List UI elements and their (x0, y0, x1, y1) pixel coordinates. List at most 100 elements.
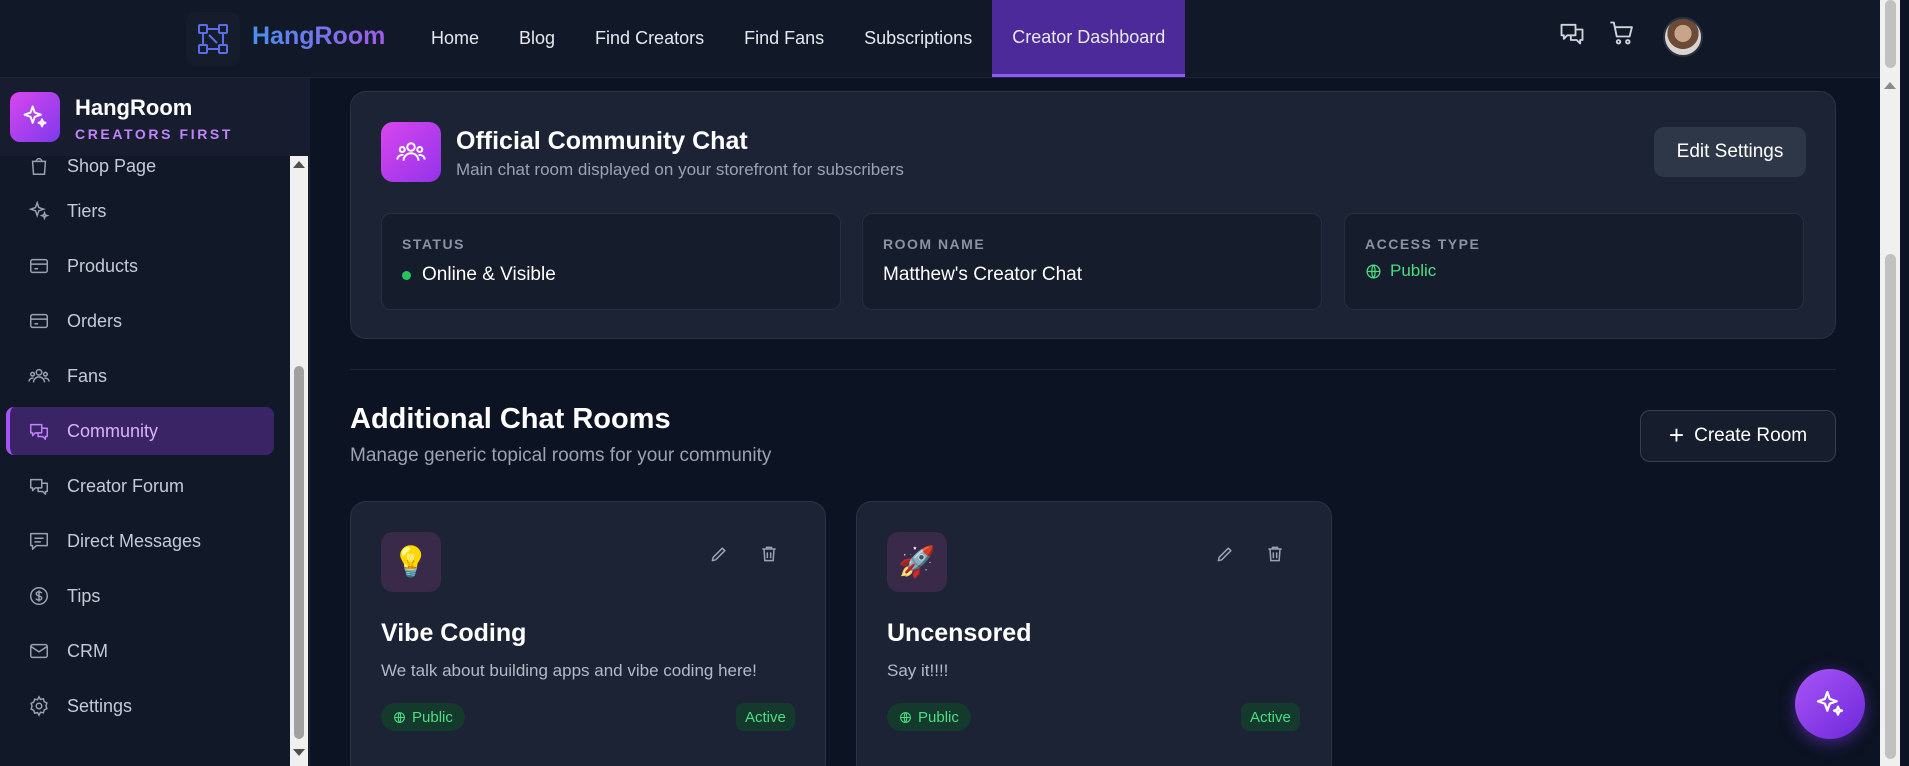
brand-name[interactable]: HangRoom (252, 22, 385, 51)
chat-icon (27, 474, 51, 498)
sidebar-item-community[interactable]: Community (6, 407, 274, 455)
brand-logo-icon[interactable] (186, 12, 240, 66)
sidebar-item-label: Community (67, 420, 159, 441)
edit-pencil-icon[interactable] (1213, 542, 1237, 566)
room-description: We talk about building apps and vibe cod… (381, 661, 757, 680)
chat-icon (27, 419, 51, 443)
globe-icon (900, 711, 911, 723)
sidebar-item-shop-page[interactable]: Shop Page (6, 156, 274, 190)
official-chat-title: Official Community Chat (456, 127, 748, 155)
nav-find-creators[interactable]: Find Creators (575, 0, 724, 77)
sidebar-item-label: Fans (67, 365, 108, 386)
sidebar-item-products[interactable]: Products (6, 242, 274, 290)
trash-icon[interactable] (1263, 542, 1287, 566)
sidebar-title: HangRoom (75, 95, 193, 120)
sparkles-icon (10, 92, 60, 142)
ai-assistant-button[interactable] (1795, 669, 1865, 739)
room-card[interactable]: 💡 Vibe Coding We talk about building app… (350, 501, 826, 766)
create-room-button[interactable]: + Create Room (1640, 410, 1836, 462)
sidebar-item-creator-forum[interactable]: Creator Forum (6, 462, 274, 510)
sidebar-item-label: CRM (67, 640, 108, 661)
page-scroll-top (1885, 0, 1896, 68)
status-text: Online & Visible (422, 264, 556, 285)
room-card[interactable]: 🚀 Uncensored Say it!!!! Public Active (856, 501, 1332, 766)
nav-creator-dashboard[interactable]: Creator Dashboard (992, 0, 1186, 77)
room-name: Vibe Coding (381, 619, 527, 647)
room-name-value: Matthew's Creator Chat (883, 264, 1082, 285)
card-icon (27, 309, 51, 333)
sidebar-item-label: Products (67, 255, 139, 276)
access-type-text: Public (1390, 261, 1437, 280)
nav-find-fans[interactable]: Find Fans (724, 0, 844, 77)
sidebar-item-orders[interactable]: Orders (6, 297, 274, 345)
status-value: Online & Visible (402, 264, 556, 286)
room-name: Uncensored (887, 619, 1032, 647)
chat-icon[interactable] (1558, 19, 1586, 47)
status-panel: STATUS Online & Visible (381, 213, 841, 310)
user-avatar[interactable] (1663, 17, 1703, 57)
main-nav: Home Blog Find Creators Find Fans Subscr… (410, 0, 1186, 77)
mail-icon (27, 639, 51, 663)
scroll-up-icon[interactable] (293, 161, 305, 168)
active-badge: Active (736, 703, 795, 731)
nav-blog[interactable]: Blog (499, 0, 575, 77)
access-type-label: ACCESS TYPE (1365, 236, 1481, 252)
access-type-panel: ACCESS TYPE Public (1344, 213, 1804, 310)
status-label: STATUS (402, 236, 465, 252)
users-icon (27, 364, 51, 388)
lightbulb-icon: 💡 (381, 532, 441, 592)
additional-rooms-description: Manage generic topical rooms for your co… (350, 445, 772, 466)
page-scrollbar[interactable] (1880, 0, 1900, 766)
scroll-down-icon[interactable] (293, 749, 305, 756)
sparkles-icon (1816, 690, 1844, 716)
edit-pencil-icon[interactable] (707, 542, 731, 566)
nav-subscriptions[interactable]: Subscriptions (844, 0, 992, 77)
sidebar-item-tips[interactable]: Tips (6, 572, 274, 620)
card-icon (27, 254, 51, 278)
gear-icon (27, 694, 51, 718)
badge-text: Public (918, 708, 959, 726)
edit-settings-button[interactable]: Edit Settings (1654, 127, 1806, 177)
bag-icon (27, 156, 51, 178)
sidebar: HangRoom CREATORS FIRST Shop Page Tiers … (0, 78, 310, 766)
trash-icon[interactable] (757, 542, 781, 566)
globe-icon (1365, 263, 1382, 280)
room-name-panel: ROOM NAME Matthew's Creator Chat (862, 213, 1322, 310)
section-divider (350, 369, 1836, 370)
sidebar-item-label: Tiers (67, 200, 107, 221)
create-room-label: Create Room (1694, 425, 1808, 446)
sidebar-item-crm[interactable]: CRM (6, 627, 274, 675)
sidebar-item-label: Orders (67, 310, 123, 331)
rocket-icon: 🚀 (887, 532, 947, 592)
sidebar-menu: Shop Page Tiers Products Orders Fans Com… (0, 156, 290, 766)
sidebar-item-fans[interactable]: Fans (6, 352, 274, 400)
sidebar-item-label: Creator Forum (67, 475, 185, 496)
sparkles-icon (27, 199, 51, 223)
plus-icon: + (1668, 420, 1685, 450)
cart-icon[interactable] (1608, 19, 1636, 47)
main-content: Official Community Chat Main chat room d… (311, 78, 1880, 766)
sidebar-item-direct-messages[interactable]: Direct Messages (6, 517, 274, 565)
sidebar-item-tiers[interactable]: Tiers (6, 187, 274, 235)
nav-home[interactable]: Home (410, 0, 499, 77)
public-badge: Public (887, 703, 971, 731)
access-type-value: Public (1365, 261, 1436, 281)
message-icon (27, 529, 51, 553)
top-navbar: HangRoom Home Blog Find Creators Find Fa… (0, 0, 1900, 78)
sidebar-item-label: Shop Page (67, 156, 157, 176)
official-chat-card: Official Community Chat Main chat room d… (350, 91, 1836, 339)
globe-icon (394, 711, 405, 723)
active-badge: Active (1241, 703, 1300, 731)
sidebar-item-label: Direct Messages (67, 530, 202, 551)
sidebar-item-label: Tips (67, 585, 101, 606)
official-chat-description: Main chat room displayed on your storefr… (456, 160, 904, 179)
sidebar-subtitle: CREATORS FIRST (75, 126, 233, 142)
scroll-up-icon[interactable] (1884, 82, 1896, 89)
sidebar-item-settings[interactable]: Settings (6, 682, 274, 730)
sidebar-header: HangRoom CREATORS FIRST (0, 78, 310, 156)
online-dot-icon (402, 270, 411, 280)
page-scroll-thumb[interactable] (1885, 254, 1896, 759)
sidebar-scrollbar[interactable] (290, 156, 308, 766)
sidebar-scroll-thumb[interactable] (294, 366, 304, 739)
room-name-label: ROOM NAME (883, 236, 986, 252)
